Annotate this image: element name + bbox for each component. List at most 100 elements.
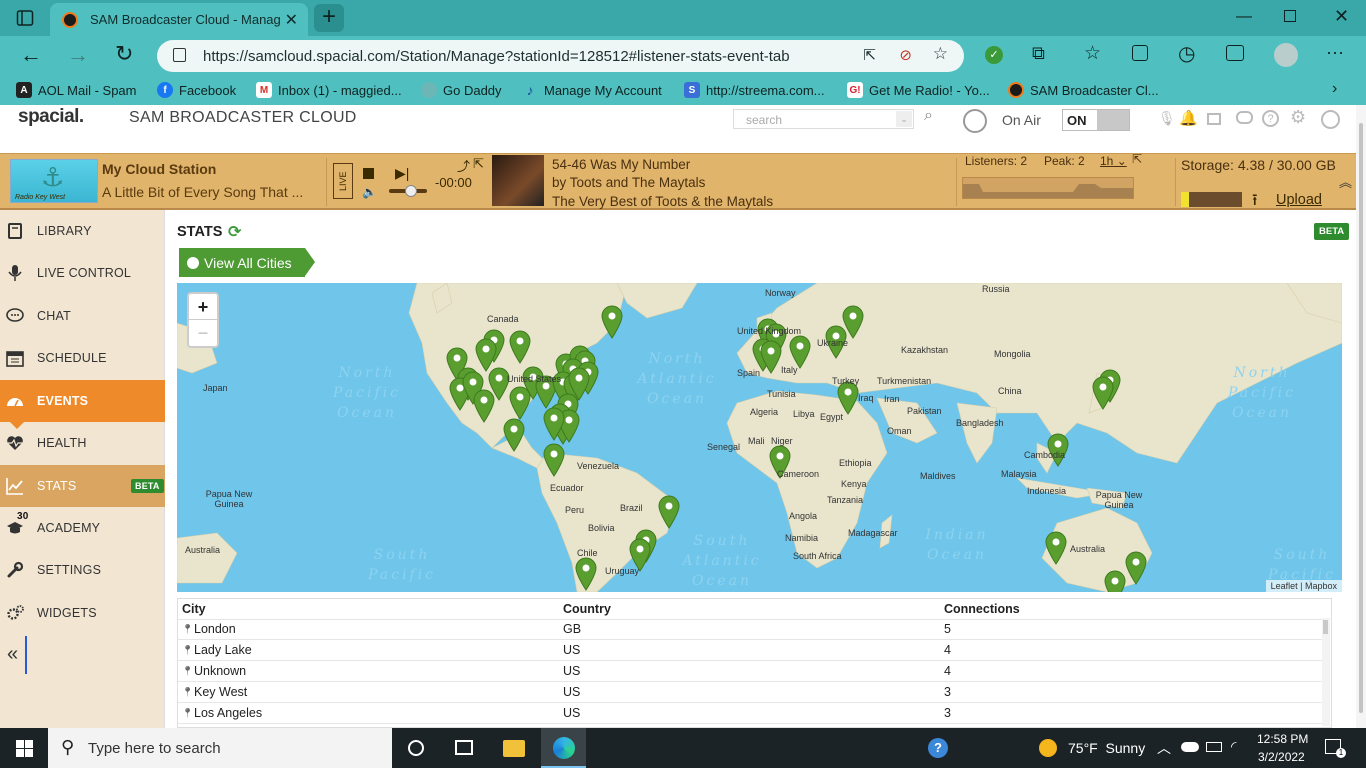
listener-marker[interactable]: [837, 381, 859, 415]
tab-close-icon[interactable]: ✕: [285, 10, 298, 30]
browser-tab-active[interactable]: SAM Broadcaster Cloud - Manag ✕: [50, 3, 308, 36]
share-icon[interactable]: ⤴: [457, 156, 470, 175]
listener-marker[interactable]: [509, 386, 531, 420]
new-tab-button[interactable]: +: [314, 4, 344, 32]
help-tray-icon[interactable]: ?: [928, 738, 948, 758]
live-button[interactable]: LIVE: [333, 163, 353, 199]
bookmark-aol[interactable]: A AOL Mail - Spam: [16, 82, 137, 98]
listener-marker[interactable]: [543, 443, 565, 477]
listener-marker[interactable]: [503, 418, 525, 452]
sidebar-item-widgets[interactable]: WIDGETS: [0, 592, 165, 634]
listener-marker[interactable]: [601, 305, 623, 339]
sidebar-item-health[interactable]: HEALTH: [0, 422, 165, 464]
back-icon[interactable]: ←: [20, 42, 42, 68]
station-logo[interactable]: ⚓ Radio Key West: [10, 159, 98, 203]
bookmark-gmail[interactable]: M Inbox (1) - maggied...: [256, 82, 402, 98]
table-row[interactable]: 📍 Lady Lake US 4: [178, 640, 1322, 661]
screenshot-icon[interactable]: [1226, 45, 1244, 61]
file-explorer-icon[interactable]: [503, 740, 525, 757]
table-row[interactable]: 📍 Unknown US 4: [178, 661, 1322, 682]
weather-text[interactable]: 75°F Sunny: [1068, 740, 1145, 756]
collections-icon[interactable]: [1132, 45, 1148, 61]
listener-marker[interactable]: [543, 407, 565, 441]
header-country[interactable]: Country: [563, 602, 611, 616]
tray-chevron-icon[interactable]: ︿: [1157, 738, 1171, 758]
lock-icon[interactable]: [173, 48, 186, 62]
listener-marker[interactable]: [575, 557, 597, 591]
skip-icon[interactable]: ▶|: [395, 165, 409, 182]
collapse-player-icon[interactable]: ︽: [1339, 172, 1352, 191]
bookmark-sam[interactable]: SAM Broadcaster Cl...: [1008, 82, 1159, 98]
sidebar-item-schedule[interactable]: SCHEDULE: [0, 337, 165, 379]
page-scrollbar[interactable]: [1356, 105, 1366, 728]
search-dropdown-icon[interactable]: ⌄: [896, 111, 912, 127]
taskbar-search-input[interactable]: ⚲ Type here to search: [48, 728, 392, 768]
listener-map[interactable]: + − Leaflet | Mapbox Canada United States…: [177, 283, 1342, 592]
refresh-stats-icon[interactable]: ⟳: [228, 222, 241, 242]
battery-icon[interactable]: [1206, 742, 1222, 752]
bookmark-streema[interactable]: Shttp://streema.com...: [684, 82, 825, 98]
open-in-app-icon[interactable]: ⇱: [863, 46, 876, 64]
bookmark-getmeradio[interactable]: G! Get Me Radio! - Yo...: [847, 82, 990, 98]
forward-icon[interactable]: →: [67, 42, 89, 68]
collapse-sidebar-button[interactable]: «: [0, 636, 27, 674]
minimize-window-icon[interactable]: —: [1236, 8, 1252, 26]
table-scrollbar[interactable]: [1322, 618, 1330, 726]
sidebar-item-library[interactable]: LIBRARY: [0, 210, 165, 252]
tracking-prevention-icon[interactable]: ⊘: [899, 46, 912, 64]
table-row[interactable]: 📍 Los Angeles US 3: [178, 703, 1322, 724]
gear-icon[interactable]: ⚙: [1290, 107, 1306, 128]
on-air-toggle[interactable]: ON: [1062, 109, 1130, 131]
listener-marker[interactable]: [473, 389, 495, 423]
microphone-icon[interactable]: 🎙: [1158, 110, 1176, 127]
listener-marker[interactable]: [1045, 531, 1067, 565]
album-art[interactable]: [492, 155, 544, 206]
bookmarks-overflow-icon[interactable]: ›: [1332, 80, 1337, 98]
period-select[interactable]: 1h ⌄: [1100, 154, 1127, 168]
wifi-icon[interactable]: ◜: [1231, 738, 1236, 755]
zoom-in-button[interactable]: +: [189, 294, 217, 320]
station-name[interactable]: My Cloud Station: [102, 161, 216, 177]
listener-marker[interactable]: [789, 335, 811, 369]
header-connections[interactable]: Connections: [944, 602, 1020, 616]
favorites-icon[interactable]: ☆: [1084, 42, 1101, 65]
table-row[interactable]: 📍 Key West US 3: [178, 682, 1322, 703]
chat-bubble-icon[interactable]: [1236, 111, 1253, 124]
profile-avatar[interactable]: [1274, 43, 1298, 67]
history-icon[interactable]: ◷: [1178, 41, 1195, 66]
popout-icon[interactable]: ⇱: [473, 156, 484, 172]
listener-marker[interactable]: [1092, 376, 1114, 410]
view-all-cities-button[interactable]: View All Cities: [179, 248, 315, 277]
user-icon[interactable]: [1321, 110, 1340, 129]
listener-marker[interactable]: [658, 495, 680, 529]
volume-icon[interactable]: 🔈: [362, 185, 377, 199]
add-favorite-icon[interactable]: ☆: [933, 44, 948, 64]
clock-date[interactable]: 3/2/2022: [1258, 750, 1305, 764]
header-city[interactable]: City: [182, 602, 206, 616]
address-bar[interactable]: https://samcloud.spacial.com/Station/Man…: [157, 40, 964, 72]
sidebar-item-live-control[interactable]: LIVE CONTROL: [0, 252, 165, 294]
zoom-out-button[interactable]: −: [189, 320, 217, 346]
extensions-puzzle-icon[interactable]: ⧉: [1032, 43, 1045, 64]
spacial-logo[interactable]: spacial.: [18, 106, 84, 128]
bell-icon[interactable]: 🔔: [1179, 109, 1198, 127]
tab-actions-icon[interactable]: [16, 9, 34, 27]
listener-marker[interactable]: [842, 305, 864, 339]
bookmark-manage-account[interactable]: ♪ Manage My Account: [522, 82, 662, 98]
sidebar-item-settings[interactable]: SETTINGS: [0, 549, 165, 591]
cortana-icon[interactable]: [408, 740, 424, 756]
bookmark-facebook[interactable]: f Facebook: [157, 82, 236, 98]
refresh-icon[interactable]: ↻: [115, 41, 133, 67]
volume-slider[interactable]: [389, 185, 427, 197]
extension-check-icon[interactable]: ✓: [985, 46, 1003, 64]
card-icon[interactable]: [1207, 113, 1221, 125]
edge-taskbar-icon[interactable]: [541, 728, 586, 768]
listeners-popout-icon[interactable]: ⇱: [1132, 152, 1142, 166]
help-icon[interactable]: ?: [1262, 110, 1279, 127]
listener-marker[interactable]: [1125, 551, 1147, 585]
close-window-icon[interactable]: ✕: [1334, 6, 1349, 27]
sidebar-item-academy[interactable]: 30 ACADEMY: [0, 507, 165, 549]
stop-icon[interactable]: [363, 168, 374, 179]
sidebar-item-events[interactable]: EVENTS: [0, 380, 165, 429]
onedrive-icon[interactable]: [1181, 742, 1199, 752]
